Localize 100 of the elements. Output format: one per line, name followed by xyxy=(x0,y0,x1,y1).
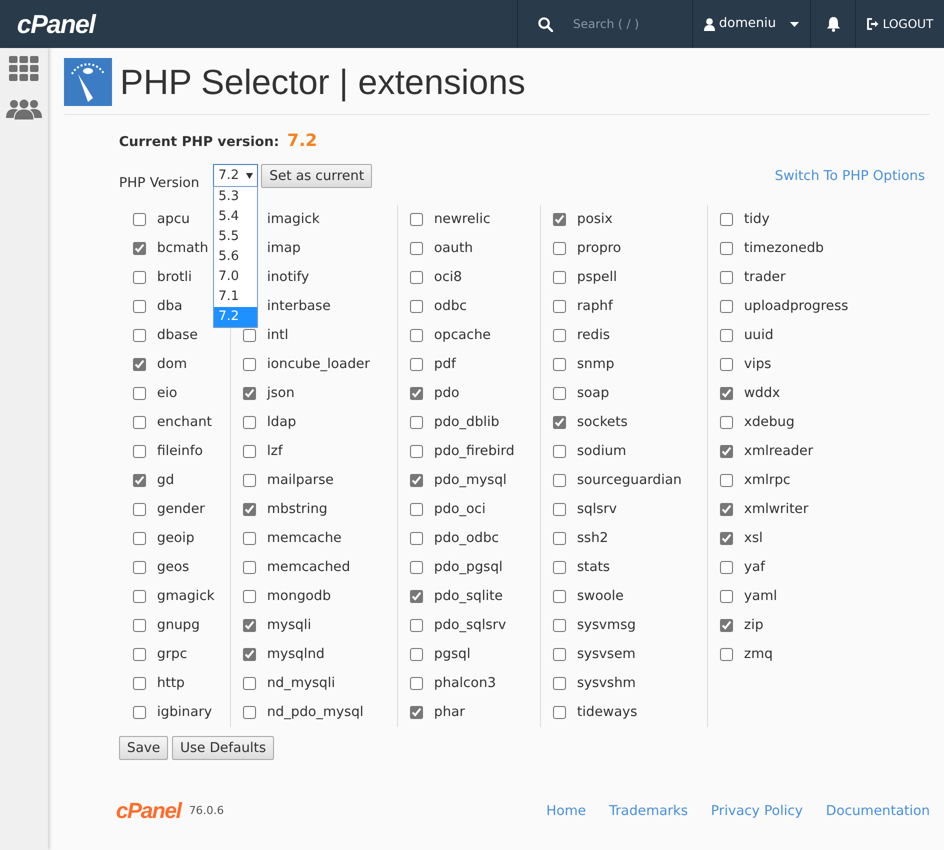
checkbox[interactable] xyxy=(720,502,733,516)
checkbox[interactable] xyxy=(133,706,146,719)
checkbox[interactable] xyxy=(720,386,733,400)
checkbox[interactable] xyxy=(410,618,423,632)
search-field[interactable]: Search ( / ) xyxy=(571,14,671,34)
checkbox[interactable] xyxy=(720,212,733,226)
checkbox[interactable] xyxy=(243,416,256,429)
checkbox[interactable] xyxy=(133,532,146,545)
checkbox[interactable] xyxy=(410,444,423,458)
checkbox[interactable] xyxy=(553,300,566,313)
dropdown-option[interactable]: 7.1 xyxy=(214,287,258,308)
checkbox[interactable] xyxy=(243,706,256,719)
checkbox[interactable] xyxy=(243,328,256,342)
checkbox[interactable] xyxy=(720,328,733,342)
checkbox[interactable] xyxy=(553,242,566,255)
checkbox[interactable] xyxy=(133,386,146,400)
checkbox[interactable] xyxy=(553,502,566,516)
dropdown-option[interactable]: 5.5 xyxy=(214,227,258,248)
checkbox[interactable] xyxy=(410,270,423,284)
checkbox[interactable] xyxy=(410,676,423,690)
checkbox[interactable] xyxy=(410,328,423,342)
checkbox[interactable] xyxy=(133,648,146,661)
checkbox[interactable] xyxy=(410,242,423,255)
checkbox[interactable] xyxy=(553,416,566,429)
checkbox[interactable] xyxy=(410,386,423,400)
checkbox[interactable] xyxy=(553,532,566,545)
checkbox[interactable] xyxy=(410,590,423,603)
checkbox[interactable] xyxy=(243,444,256,458)
checkbox[interactable] xyxy=(243,502,256,516)
logo[interactable]: cPanel xyxy=(17,11,95,37)
checkbox[interactable] xyxy=(720,532,733,545)
checkbox[interactable] xyxy=(133,328,146,342)
checkbox[interactable] xyxy=(133,560,146,574)
checkbox[interactable] xyxy=(243,386,256,400)
checkbox[interactable] xyxy=(410,358,423,371)
checkbox[interactable] xyxy=(553,270,566,284)
checkbox[interactable] xyxy=(243,532,256,545)
checkbox[interactable] xyxy=(133,502,146,516)
checkbox[interactable] xyxy=(243,676,256,690)
checkbox[interactable] xyxy=(720,648,733,661)
checkbox[interactable] xyxy=(720,590,733,603)
bell-icon[interactable] xyxy=(826,16,840,32)
checkbox[interactable] xyxy=(133,676,146,690)
checkbox[interactable] xyxy=(410,212,423,226)
checkbox[interactable] xyxy=(553,358,566,371)
checkbox[interactable] xyxy=(553,590,566,603)
checkbox[interactable] xyxy=(133,358,146,371)
users-icon[interactable] xyxy=(6,98,42,120)
checkbox[interactable] xyxy=(553,618,566,632)
checkbox[interactable] xyxy=(720,560,733,574)
checkbox[interactable] xyxy=(243,648,256,661)
checkbox[interactable] xyxy=(553,328,566,342)
checkbox[interactable] xyxy=(553,474,566,487)
dropdown-option[interactable]: 7.0 xyxy=(214,267,258,288)
checkbox[interactable] xyxy=(720,416,733,429)
version-select[interactable]: 7.2 xyxy=(213,164,258,188)
checkbox[interactable] xyxy=(410,502,423,516)
checkbox[interactable] xyxy=(133,474,146,487)
checkbox[interactable] xyxy=(553,444,566,458)
dropdown-option[interactable]: 5.4 xyxy=(214,207,258,228)
checkbox[interactable] xyxy=(410,706,423,719)
checkbox[interactable] xyxy=(410,474,423,487)
checkbox[interactable] xyxy=(133,444,146,458)
checkbox[interactable] xyxy=(553,212,566,226)
checkbox[interactable] xyxy=(410,416,423,429)
checkbox[interactable] xyxy=(720,444,733,458)
checkbox[interactable] xyxy=(410,648,423,661)
checkbox[interactable] xyxy=(720,242,733,255)
checkbox[interactable] xyxy=(553,560,566,574)
checkbox[interactable] xyxy=(720,300,733,313)
apps-grid-icon[interactable] xyxy=(9,56,39,82)
checkbox[interactable] xyxy=(133,300,146,313)
logout-button[interactable]: LOGOUT xyxy=(866,15,934,33)
save-button[interactable]: Save xyxy=(119,736,168,760)
checkbox[interactable] xyxy=(133,242,146,255)
checkbox[interactable] xyxy=(410,560,423,574)
checkbox[interactable] xyxy=(553,706,566,719)
checkbox[interactable] xyxy=(553,386,566,400)
checkbox[interactable] xyxy=(133,270,146,284)
checkbox[interactable] xyxy=(410,532,423,545)
checkbox[interactable] xyxy=(553,676,566,690)
checkbox[interactable] xyxy=(243,560,256,574)
checkbox[interactable] xyxy=(243,474,256,487)
set-as-current-button[interactable]: Set as current xyxy=(261,164,372,188)
checkbox[interactable] xyxy=(410,300,423,313)
checkbox[interactable] xyxy=(243,358,256,371)
checkbox[interactable] xyxy=(133,416,146,429)
use-defaults-button[interactable]: Use Defaults xyxy=(172,736,274,760)
checkbox[interactable] xyxy=(133,590,146,603)
dropdown-option[interactable]: 5.3 xyxy=(214,187,258,208)
dropdown-option[interactable]: 5.6 xyxy=(214,247,258,268)
checkbox[interactable] xyxy=(720,270,733,284)
checkbox[interactable] xyxy=(133,212,146,226)
checkbox[interactable] xyxy=(133,618,146,632)
checkbox[interactable] xyxy=(720,474,733,487)
checkbox[interactable] xyxy=(720,618,733,632)
checkbox[interactable] xyxy=(720,358,733,371)
checkbox[interactable] xyxy=(553,648,566,661)
checkbox[interactable] xyxy=(243,590,256,603)
checkbox[interactable] xyxy=(243,618,256,632)
